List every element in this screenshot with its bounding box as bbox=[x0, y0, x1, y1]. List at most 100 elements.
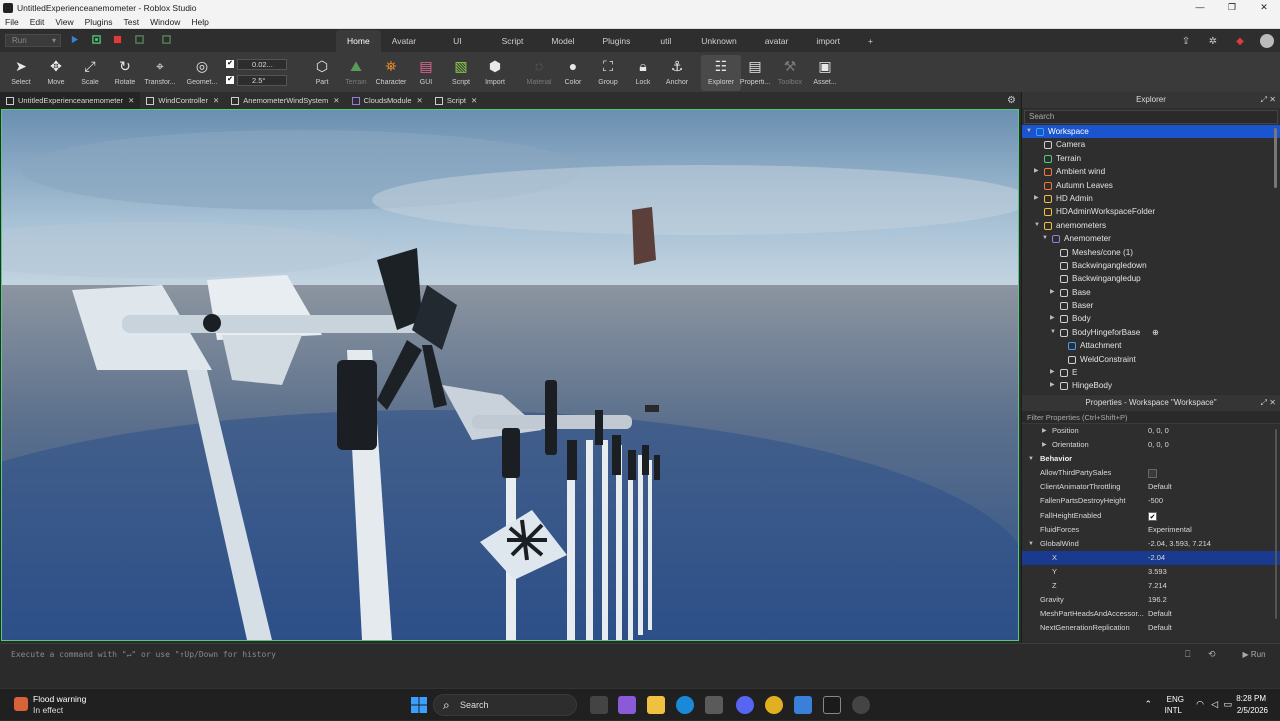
tray-overflow-icon[interactable]: ⌃ bbox=[1144, 699, 1152, 710]
collapse-arrow-icon[interactable]: ▼ bbox=[1026, 125, 1032, 138]
character-tool[interactable]: ⛯ Character bbox=[371, 55, 411, 91]
property-value[interactable]: Default bbox=[1148, 607, 1172, 621]
tab-script[interactable]: Script bbox=[488, 30, 538, 52]
collaborate-icon[interactable]: ✲ bbox=[1206, 36, 1220, 47]
copilot-icon[interactable] bbox=[618, 696, 636, 714]
property-row[interactable]: FallHeightEnabled ✔ bbox=[1022, 509, 1280, 523]
property-value[interactable]: Experimental bbox=[1148, 523, 1192, 537]
panel-controls[interactable]: ⤢ ✕ bbox=[1261, 92, 1276, 108]
properties-toggle[interactable]: ▤ Properti... bbox=[735, 55, 775, 91]
property-value[interactable]: -2.04, 3.593, 7.214 bbox=[1148, 537, 1211, 551]
rotate-snap-input[interactable]: 2.5° bbox=[237, 74, 287, 86]
property-row[interactable]: FluidForces Experimental bbox=[1022, 523, 1280, 537]
task-view-icon[interactable] bbox=[590, 696, 608, 714]
add-tab-button[interactable]: + bbox=[854, 30, 887, 52]
bookmark-icon[interactable]: ⎕ bbox=[1185, 649, 1190, 660]
maximize-button[interactable]: ❐ bbox=[1216, 0, 1248, 15]
doc-tab-place[interactable]: UntitledExperienceanemometer ✕ bbox=[0, 92, 141, 109]
explorer-item[interactable]: Attachment bbox=[1022, 339, 1280, 352]
taskbar-search[interactable]: Search bbox=[433, 694, 577, 716]
explorer-item[interactable]: Meshes/cone (1) bbox=[1022, 246, 1280, 259]
rotate-tool[interactable]: ↻ Rotate bbox=[105, 55, 145, 91]
property-row[interactable]: ▶ Orientation 0, 0, 0 bbox=[1022, 438, 1280, 452]
explorer-item[interactable]: Baser bbox=[1022, 299, 1280, 312]
notifications-icon[interactable]: ◆ bbox=[1233, 36, 1247, 47]
property-value[interactable]: -2.04 bbox=[1148, 551, 1165, 565]
close-tab-icon[interactable]: ✕ bbox=[471, 96, 477, 105]
doc-tab-cloudsmodule[interactable]: CloudsModule ✕ bbox=[346, 92, 429, 109]
menu-window[interactable]: Window bbox=[145, 17, 186, 27]
gui-tool[interactable]: ▤ GUI bbox=[406, 55, 446, 91]
windows-start-icon[interactable] bbox=[410, 696, 428, 714]
property-row[interactable]: X -2.04 bbox=[1022, 550, 1280, 565]
explorer-item[interactable]: Autumn Leaves bbox=[1022, 179, 1280, 192]
toolbox-toggle[interactable]: ⚒ Toolbox bbox=[770, 55, 810, 91]
menu-file[interactable]: File bbox=[0, 17, 25, 27]
explorer-item[interactable]: ▶ HingeBody bbox=[1022, 379, 1280, 392]
geometry-tool[interactable]: ◎ Geomet... bbox=[182, 55, 222, 91]
select-tool[interactable]: ➤ Select bbox=[1, 55, 41, 91]
expand-arrow-icon[interactable]: ▶ bbox=[1050, 286, 1055, 299]
tab-util[interactable]: util bbox=[644, 30, 687, 52]
tab-model[interactable]: Model bbox=[537, 30, 588, 52]
explorer-item[interactable]: Terrain bbox=[1022, 152, 1280, 165]
property-row[interactable]: FallenPartsDestroyHeight -500 bbox=[1022, 494, 1280, 508]
property-row[interactable]: MeshPartHeadsAndAccessor... Default bbox=[1022, 607, 1280, 621]
menu-help[interactable]: Help bbox=[186, 17, 214, 27]
explorer-scrollbar[interactable] bbox=[1274, 128, 1277, 188]
explorer-item[interactable]: ▶ E bbox=[1022, 366, 1280, 379]
explorer-item[interactable]: Camera bbox=[1022, 138, 1280, 151]
close-tab-icon[interactable]: ✕ bbox=[213, 96, 219, 105]
tab-home[interactable]: Home bbox=[336, 30, 381, 52]
close-tab-icon[interactable]: ✕ bbox=[417, 96, 423, 105]
explorer-search-input[interactable]: Search bbox=[1024, 110, 1278, 124]
property-category[interactable]: ▼ Behavior bbox=[1022, 452, 1280, 466]
close-tab-icon[interactable]: ✕ bbox=[333, 96, 339, 105]
language-indicator[interactable]: ENG bbox=[1167, 695, 1184, 704]
avatar[interactable] bbox=[1260, 34, 1274, 48]
property-row[interactable]: NextGenerationReplication Default bbox=[1022, 621, 1280, 635]
property-value[interactable]: -500 bbox=[1148, 494, 1163, 508]
scale-tool[interactable]: ⤢ Scale bbox=[70, 55, 110, 91]
menu-test[interactable]: Test bbox=[119, 17, 146, 27]
expand-arrow-icon[interactable]: ▶ bbox=[1042, 424, 1047, 438]
doc-tab-anemometerwindsystem[interactable]: AnemometerWindSystem ✕ bbox=[225, 92, 345, 109]
play-here-icon[interactable] bbox=[92, 35, 101, 44]
group-tool[interactable]: ⛶ Group bbox=[588, 55, 628, 91]
move-snap-checkbox[interactable]: ✔ bbox=[226, 60, 234, 68]
play-icon[interactable] bbox=[70, 35, 79, 44]
properties-scrollbar[interactable] bbox=[1275, 429, 1277, 619]
server-icon[interactable] bbox=[162, 35, 171, 44]
menu-plugins[interactable]: Plugins bbox=[80, 17, 119, 27]
rotate-snap-checkbox[interactable]: ✔ bbox=[226, 76, 234, 84]
expand-arrow-icon[interactable]: ▶ bbox=[1050, 379, 1055, 392]
transform-tool[interactable]: ⌖ Transfor... bbox=[140, 55, 180, 91]
panel-controls[interactable]: ⤢ ✕ bbox=[1261, 395, 1276, 411]
explorer-item[interactable]: WeldConstraint bbox=[1022, 353, 1280, 366]
property-value[interactable]: 7.214 bbox=[1148, 579, 1167, 593]
expand-arrow-icon[interactable]: ▶ bbox=[1042, 438, 1047, 452]
property-checkbox[interactable] bbox=[1148, 469, 1157, 479]
roblox-player-icon[interactable] bbox=[794, 696, 812, 714]
explorer-item[interactable]: ▼ Workspace bbox=[1022, 125, 1280, 139]
roblox-studio-taskbar-icon[interactable] bbox=[823, 696, 841, 714]
run-mode-select[interactable]: Run bbox=[5, 34, 61, 47]
property-row[interactable]: Y 3.593 bbox=[1022, 565, 1280, 579]
menu-edit[interactable]: Edit bbox=[25, 17, 51, 27]
file-explorer-icon[interactable] bbox=[647, 696, 665, 714]
color-tool[interactable]: ● Color bbox=[553, 55, 593, 91]
move-snap-input[interactable]: 0.02... bbox=[237, 58, 287, 70]
close-tab-icon[interactable]: ✕ bbox=[128, 96, 134, 105]
tab-plugins[interactable]: Plugins bbox=[589, 30, 645, 52]
discord-icon[interactable] bbox=[736, 696, 754, 714]
tab-unknown[interactable]: Unknown bbox=[687, 30, 750, 52]
3d-viewport[interactable] bbox=[1, 109, 1019, 641]
collapse-arrow-icon[interactable]: ▼ bbox=[1028, 537, 1034, 551]
property-row[interactable]: ▼ GlobalWind -2.04, 3.593, 7.214 bbox=[1022, 537, 1280, 551]
wifi-icon[interactable]: ◠ bbox=[1196, 699, 1204, 710]
explorer-item[interactable]: Backwingangledown bbox=[1022, 259, 1280, 272]
expand-arrow-icon[interactable]: ▶ bbox=[1050, 312, 1055, 325]
explorer-item[interactable]: ▼ Anemometer bbox=[1022, 232, 1280, 245]
client-server-icon[interactable] bbox=[135, 35, 144, 44]
command-input[interactable]: Execute a command with "↵" or use "↑Up/D… bbox=[11, 650, 276, 659]
